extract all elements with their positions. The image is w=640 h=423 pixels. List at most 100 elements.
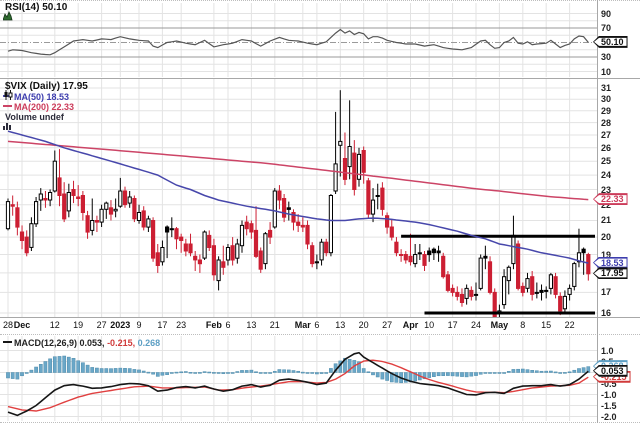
macd-label: MACD(12,26,9) 0.053, bbox=[14, 338, 105, 348]
candle-body bbox=[136, 212, 142, 221]
x-axis-label: 10 bbox=[424, 320, 435, 330]
candle-body bbox=[422, 254, 427, 266]
candle-body bbox=[385, 215, 390, 228]
x-axis-label: 28 bbox=[2, 320, 14, 330]
macd-histogram-bar bbox=[216, 372, 221, 374]
macd-histogram-bar bbox=[371, 372, 375, 376]
volume-label: Volume undef bbox=[5, 112, 64, 122]
candle-body bbox=[525, 278, 530, 289]
x-axis-label: Apr bbox=[402, 320, 419, 330]
tag-value-text: 22.33 bbox=[594, 194, 627, 204]
candle-body bbox=[338, 140, 343, 146]
candle-body bbox=[516, 243, 521, 289]
panel-border-top bbox=[0, 0, 640, 1]
candle-body bbox=[141, 210, 146, 228]
candle-body bbox=[539, 289, 544, 293]
macd-histogram-bar bbox=[310, 372, 315, 374]
candle-body bbox=[169, 228, 174, 231]
macd-histogram-bar bbox=[488, 372, 492, 374]
candle-body bbox=[277, 190, 282, 201]
macd-histogram-bar bbox=[132, 369, 137, 373]
candle-body bbox=[202, 231, 207, 259]
x-axis-label: 24 bbox=[470, 320, 482, 330]
macd-histogram-bar bbox=[10, 372, 15, 379]
candle-body bbox=[5, 201, 11, 230]
macd-histogram-bar bbox=[235, 371, 240, 373]
candle-body bbox=[427, 250, 432, 256]
macd-signal-value: -0.215, bbox=[107, 338, 136, 348]
candle-body bbox=[122, 190, 128, 206]
candle-body bbox=[151, 220, 156, 259]
candle-body bbox=[548, 274, 553, 289]
candle-body bbox=[132, 198, 137, 220]
macd-histogram-bar bbox=[577, 368, 581, 373]
macd-histogram-bar bbox=[81, 362, 85, 373]
x-axis-label: Mar bbox=[294, 320, 311, 330]
price-plot bbox=[0, 79, 597, 318]
macd-histogram-bar bbox=[6, 372, 10, 379]
candle-body bbox=[15, 207, 20, 228]
macd-histogram-bar bbox=[71, 358, 76, 373]
macd-histogram-bar bbox=[427, 372, 432, 378]
macd-histogram-bar bbox=[212, 372, 216, 374]
candle-body bbox=[567, 287, 572, 295]
candle-body bbox=[586, 254, 591, 275]
macd-histogram-bar bbox=[249, 369, 254, 373]
macd-histogram-bar bbox=[202, 371, 207, 373]
macd-histogram-bar bbox=[113, 368, 118, 373]
macd-line-swatch bbox=[3, 341, 12, 343]
macd-histogram-bar bbox=[20, 372, 24, 377]
candle-body bbox=[375, 195, 380, 197]
macd-histogram-bar bbox=[15, 372, 20, 380]
candle-body bbox=[19, 231, 25, 241]
x-axis-label: 17 bbox=[447, 320, 458, 330]
candle-body bbox=[221, 261, 226, 268]
macd-plot bbox=[0, 336, 597, 421]
macd-histogram-bar bbox=[530, 370, 535, 373]
price-axis-label: 24 bbox=[601, 170, 612, 181]
candle-body bbox=[183, 243, 188, 252]
macd-histogram-bar bbox=[230, 372, 235, 374]
macd-histogram-bar bbox=[169, 372, 174, 374]
macd-histogram-bar bbox=[43, 361, 48, 373]
candle-body bbox=[408, 255, 413, 263]
x-axis-label: 8 bbox=[520, 320, 526, 330]
macd-histogram-bar bbox=[563, 372, 567, 374]
candle-body bbox=[469, 289, 474, 297]
macd-histogram-bar bbox=[85, 364, 90, 373]
tag-value-text: 17.95 bbox=[594, 268, 627, 278]
rsi-axis-label: 10 bbox=[601, 66, 612, 77]
candle-body bbox=[562, 295, 567, 310]
macd-histogram-bar bbox=[558, 372, 563, 374]
x-axis-label: Dec bbox=[13, 320, 31, 330]
price-legend: $VIX (Daily) 17.95 MA(50) 18.53 MA(200) … bbox=[3, 81, 88, 130]
candle-body bbox=[417, 252, 422, 255]
price-axis-label: 28 bbox=[601, 117, 612, 128]
price-axis-label: 20 bbox=[601, 232, 612, 243]
candle-body bbox=[366, 180, 371, 215]
candle-body bbox=[174, 228, 179, 240]
macd-histogram-bar bbox=[151, 372, 155, 375]
rsi-legend: RSI(14) 50.10 bbox=[3, 2, 67, 21]
candle-body bbox=[389, 226, 394, 238]
rsi-value-tag: 50.10 bbox=[593, 35, 628, 48]
candle-body bbox=[506, 266, 511, 282]
macd-histogram-bar bbox=[29, 369, 34, 373]
x-axis-label: 13 bbox=[246, 320, 257, 330]
ma200-line bbox=[7, 140, 589, 201]
price-axis-label: 16 bbox=[601, 308, 612, 318]
macd-histogram-bar bbox=[366, 371, 371, 373]
x-axis-label: 15 bbox=[541, 320, 552, 330]
macd-histogram-bar bbox=[520, 368, 525, 373]
macd-histogram-bar bbox=[469, 372, 474, 377]
macd-histogram-bar bbox=[137, 369, 141, 373]
candle-body bbox=[62, 193, 67, 220]
candle-body bbox=[380, 187, 385, 210]
macd-histogram-bar bbox=[286, 369, 291, 373]
macd-axis-label: -1.5 bbox=[601, 400, 617, 411]
macd-histogram-bar bbox=[118, 367, 123, 373]
x-axis-label: Feb bbox=[205, 320, 222, 330]
macd-histogram-bar bbox=[502, 372, 506, 374]
candle-body bbox=[263, 233, 268, 265]
rsi-axis-label: 30 bbox=[601, 52, 612, 62]
